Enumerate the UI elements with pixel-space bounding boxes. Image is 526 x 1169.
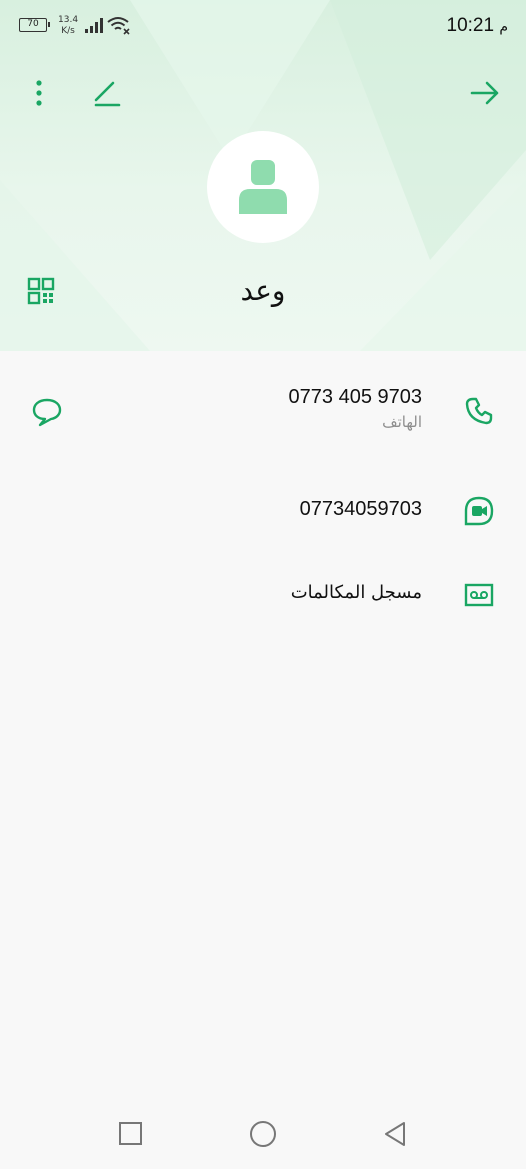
send-message-button[interactable] (28, 394, 66, 430)
recent-apps-icon[interactable] (118, 1121, 144, 1147)
more-options-button[interactable] (22, 74, 56, 112)
back-nav-icon[interactable] (382, 1120, 408, 1148)
video-call-row[interactable]: 07734059703 (300, 498, 422, 521)
phone-number: 0773 405 9703 (288, 386, 422, 408)
video-call-button[interactable] (460, 494, 498, 528)
net-speed-value: 13.4 (58, 15, 79, 25)
contact-name: وعد (240, 274, 286, 307)
call-button[interactable] (460, 394, 498, 428)
time: 10:21 (446, 15, 495, 36)
edit-contact-button[interactable] (88, 74, 124, 112)
arrow-right-icon (470, 81, 499, 105)
signal-icon (85, 18, 103, 33)
contact-avatar[interactable] (207, 131, 319, 243)
battery-indicator: 70 (19, 18, 50, 32)
video-call-icon (464, 496, 494, 526)
wifi-icon (107, 17, 130, 35)
back-button[interactable] (464, 74, 506, 112)
status-clock: م 10:21 (447, 15, 509, 37)
call-log-label: مسجل المكالمات (290, 582, 422, 603)
system-nav-bar (0, 1098, 526, 1169)
phone-icon (465, 397, 493, 425)
am-pm: م (499, 18, 508, 34)
phone-row[interactable]: 0773 405 9703 الهاتف (289, 386, 422, 431)
call-log-row[interactable]: مسجل المكالمات (291, 582, 422, 603)
phone-type-label: الهاتف (382, 413, 422, 431)
call-log-button[interactable] (460, 578, 498, 612)
voicemail-icon (464, 583, 494, 607)
more-vertical-icon (36, 80, 42, 106)
video-call-number: 07734059703 (299, 498, 422, 520)
status-bar: 70 13.4 K/s م 10:21 (0, 0, 526, 56)
network-speed: 13.4 K/s (58, 15, 78, 37)
net-speed-unit: K/s (61, 26, 75, 36)
person-avatar-icon (239, 160, 287, 214)
home-icon[interactable] (249, 1120, 277, 1148)
message-bubble-icon (32, 398, 62, 427)
pencil-icon (94, 81, 121, 107)
